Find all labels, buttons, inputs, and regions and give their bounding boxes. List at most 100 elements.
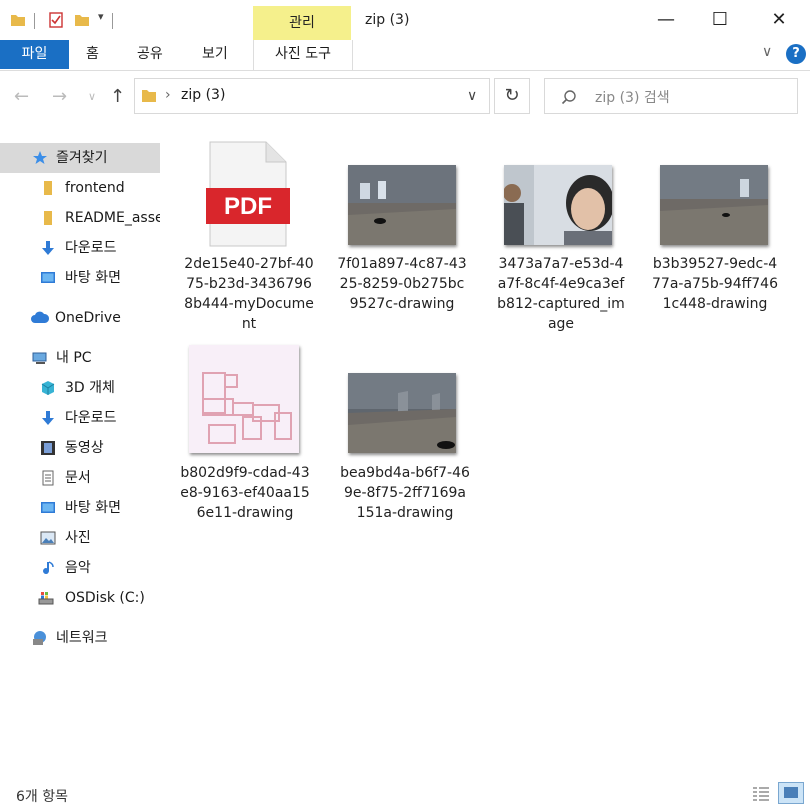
back-arrow-icon[interactable]: ←: [14, 86, 29, 107]
sidebar-item-network[interactable]: 네트워크: [0, 623, 160, 653]
cloud-icon: [31, 311, 50, 323]
address-dropdown-icon[interactable]: ∨: [467, 88, 477, 104]
sidebar-item-label: README_asse: [65, 210, 160, 226]
sidebar-item-label: 문서: [65, 470, 91, 486]
sidebar-item-quick-access[interactable]: 즐겨찾기: [0, 143, 160, 173]
sidebar-item-onedrive[interactable]: OneDrive: [0, 303, 160, 333]
folder-icon: [44, 211, 52, 225]
music-icon: [43, 561, 54, 575]
status-item-count: 6개 항목: [16, 789, 68, 805]
breadcrumb[interactable]: zip (3): [181, 87, 225, 103]
sidebar-item-desktop-pc[interactable]: 바탕 화면: [0, 493, 160, 523]
customize-quick-access-icon[interactable]: ▾: [98, 10, 104, 23]
sidebar-item-this-pc[interactable]: 내 PC: [0, 343, 160, 373]
expand-ribbon-icon[interactable]: ∨: [762, 44, 772, 60]
sidebar-item-label: OneDrive: [55, 310, 121, 326]
sidebar-item-label: frontend: [65, 180, 125, 196]
window-title: zip (3): [365, 12, 410, 28]
sidebar-item-3d-objects[interactable]: 3D 개체: [0, 373, 160, 403]
search-input[interactable]: zip (3) 검색: [595, 87, 670, 107]
pdf-badge: PDF: [224, 193, 272, 220]
file-tab[interactable]: 파일: [0, 40, 69, 69]
network-icon: [33, 631, 46, 645]
properties-icon[interactable]: [48, 12, 64, 28]
sidebar-item-label: 네트워크: [56, 630, 108, 646]
help-icon[interactable]: ?: [786, 44, 806, 64]
pdf-file-icon: PDF: [206, 141, 290, 247]
maximize-button[interactable]: ☐: [697, 4, 743, 36]
sidebar-item-label: 다운로드: [65, 410, 117, 426]
file-item[interactable]: PDF 2de15e40-27bf-4075-b23d-34367968b444…: [184, 140, 314, 340]
sidebar-item-label: 다운로드: [65, 240, 117, 256]
address-bar[interactable]: › zip (3) ∨: [134, 78, 490, 114]
file-item[interactable]: bea9bd4a-b6f7-469e-8f75-2ff7169a151a-dra…: [340, 345, 470, 525]
sidebar-item-label: 3D 개체: [65, 380, 115, 396]
image-thumbnail: [348, 165, 456, 245]
sidebar-item-label: 동영상: [65, 440, 104, 456]
sidebar-item-label: 내 PC: [56, 350, 92, 366]
sidebar-item-downloads[interactable]: 다운로드: [0, 233, 160, 263]
desktop-icon: [41, 502, 55, 513]
picture-icon: [40, 531, 56, 545]
sidebar-item-osdisk[interactable]: OSDisk (C:): [0, 583, 160, 613]
tab-view[interactable]: 보기: [202, 40, 228, 69]
image-thumbnail: [189, 345, 299, 453]
sidebar-item-frontend[interactable]: frontend: [0, 173, 160, 203]
sidebar-item-videos[interactable]: 동영상: [0, 433, 160, 463]
file-item[interactable]: b3b39527-9edc-477a-a75b-94ff7461c448-dra…: [650, 140, 780, 340]
sidebar-item-desktop[interactable]: 바탕 화면: [0, 263, 160, 293]
sidebar-item-documents[interactable]: 문서: [0, 463, 160, 493]
document-icon: [42, 470, 54, 486]
sidebar-item-readme-assets[interactable]: README_asse: [0, 203, 160, 233]
star-icon: [33, 151, 47, 164]
pc-icon: [32, 352, 47, 364]
divider: [112, 13, 113, 29]
breadcrumb-separator[interactable]: ›: [165, 87, 171, 103]
folder-icon: [142, 90, 156, 102]
file-name: 2de15e40-27bf-4075-b23d-34367968b444-myD…: [184, 256, 314, 332]
sidebar-item-pictures[interactable]: 사진: [0, 523, 160, 553]
folder-icon: [11, 15, 25, 26]
image-thumbnail: [504, 165, 612, 245]
refresh-button[interactable]: ↻: [494, 78, 530, 114]
search-box[interactable]: zip (3) 검색: [544, 78, 798, 114]
divider: [34, 13, 35, 29]
tab-picture-tools[interactable]: 사진 도구: [253, 40, 353, 70]
file-name: bea9bd4a-b6f7-469e-8f75-2ff7169a151a-dra…: [340, 465, 470, 521]
manage-context-tab[interactable]: 관리: [253, 6, 351, 40]
tab-share[interactable]: 공유: [137, 40, 163, 69]
drive-icon: [38, 592, 54, 605]
sidebar-item-label: 바탕 화면: [65, 500, 121, 516]
close-button[interactable]: ✕: [756, 4, 802, 36]
recent-locations-icon[interactable]: ∨: [88, 90, 96, 103]
sidebar-item-downloads-pc[interactable]: 다운로드: [0, 403, 160, 433]
forward-arrow-icon[interactable]: →: [52, 86, 67, 107]
download-icon: [42, 241, 54, 255]
large-icons-view-icon[interactable]: [778, 782, 804, 804]
search-icon: [561, 90, 576, 105]
file-item[interactable]: 3473a7a7-e53d-4a7f-8c4f-4e9ca3efb812-cap…: [496, 140, 626, 340]
sidebar-item-music[interactable]: 음악: [0, 553, 160, 583]
file-name: b3b39527-9edc-477a-a75b-94ff7461c448-dra…: [652, 256, 778, 312]
up-arrow-icon[interactable]: ↑: [110, 86, 125, 107]
sidebar-item-label: OSDisk (C:): [65, 590, 145, 606]
ribbon-tab-bar: [0, 40, 810, 71]
cube-icon: [41, 381, 55, 395]
new-folder-icon[interactable]: [74, 12, 90, 28]
sidebar-item-label: 즐겨찾기: [56, 150, 108, 166]
details-view-icon[interactable]: [752, 786, 770, 802]
sidebar-item-label: 바탕 화면: [65, 270, 121, 286]
file-item[interactable]: b802d9f9-cdad-43e8-9163-ef40aa156e11-dra…: [180, 345, 310, 525]
download-icon: [42, 411, 54, 425]
desktop-icon: [41, 272, 55, 283]
file-name: 7f01a897-4c87-4325-8259-0b275bc9527c-dra…: [337, 256, 467, 312]
minimize-button[interactable]: —: [643, 4, 689, 36]
sidebar-item-label: 음악: [65, 560, 91, 576]
tab-home[interactable]: 홈: [86, 40, 99, 69]
sidebar-item-label: 사진: [65, 530, 91, 546]
file-name: b802d9f9-cdad-43e8-9163-ef40aa156e11-dra…: [180, 465, 310, 521]
file-item[interactable]: 7f01a897-4c87-4325-8259-0b275bc9527c-dra…: [337, 140, 467, 340]
image-thumbnail: [348, 373, 456, 453]
file-name: 3473a7a7-e53d-4a7f-8c4f-4e9ca3efb812-cap…: [497, 256, 625, 332]
folder-icon: [44, 181, 52, 195]
